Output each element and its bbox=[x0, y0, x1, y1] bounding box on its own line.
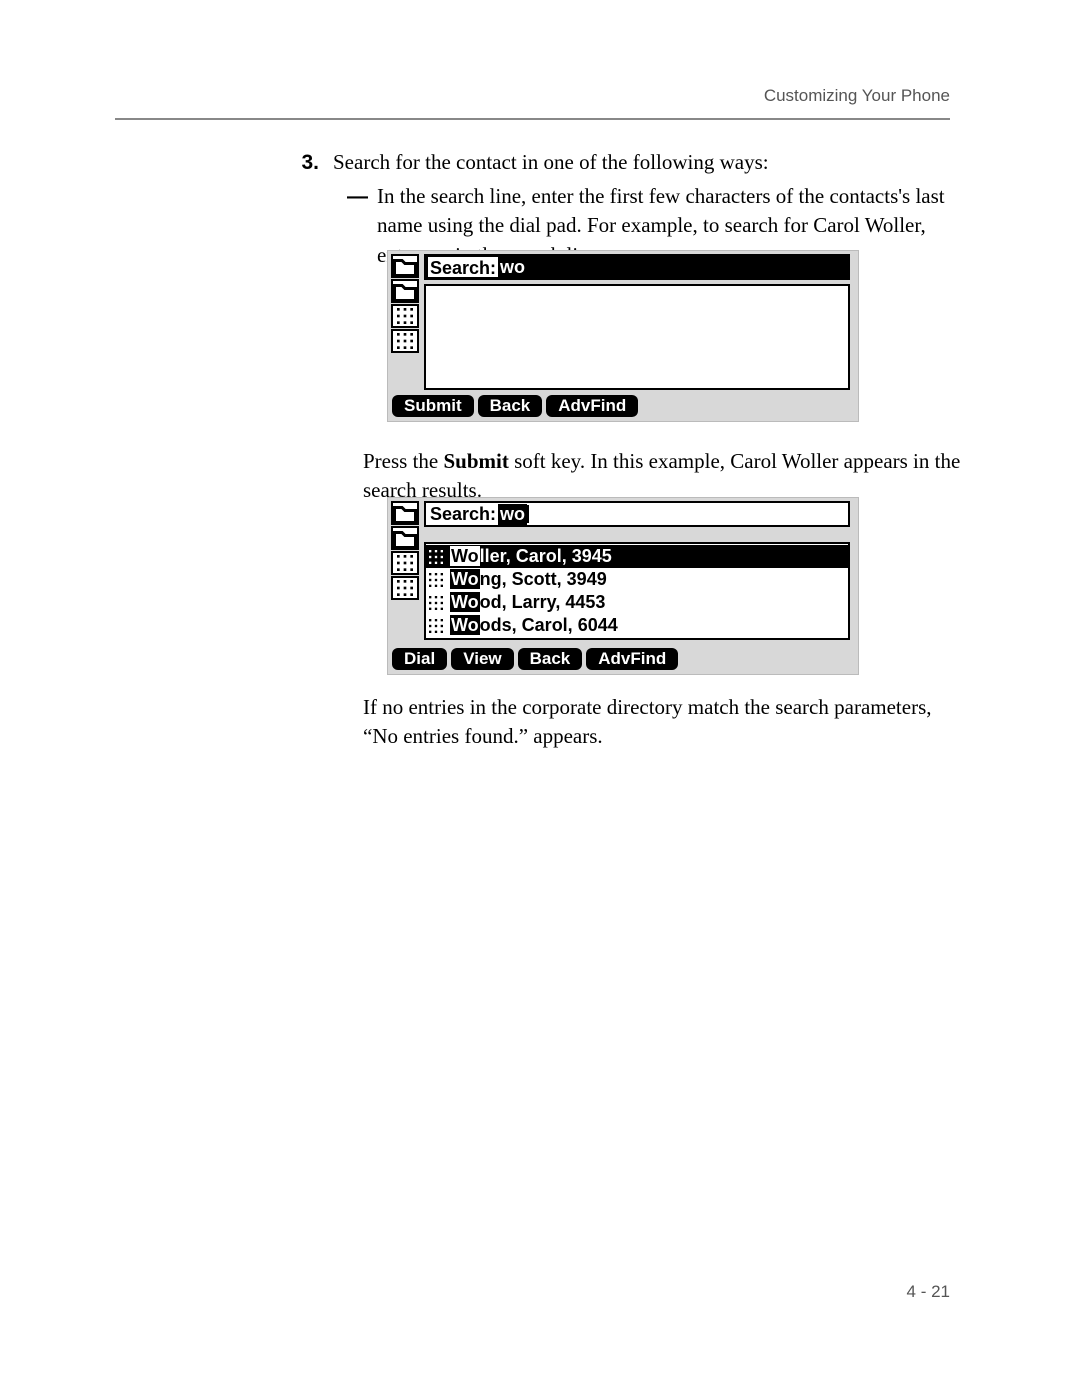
search-input[interactable]: Search: wo bbox=[424, 501, 850, 527]
step-number: 3. bbox=[293, 148, 333, 177]
folder-icon bbox=[391, 501, 419, 525]
header-rule bbox=[115, 118, 950, 120]
page-number: 4 - 21 bbox=[907, 1282, 950, 1302]
result-text: Woods, Carol, 6044 bbox=[450, 615, 618, 636]
softkey-view[interactable]: View bbox=[451, 648, 513, 670]
keypad-icon bbox=[391, 576, 419, 600]
folder-icon bbox=[391, 279, 419, 303]
result-text: Wood, Larry, 4453 bbox=[450, 592, 605, 613]
result-row[interactable]: Woller, Carol, 3945 bbox=[426, 545, 848, 568]
result-list: Woller, Carol, 3945Wong, Scott, 3949Wood… bbox=[424, 542, 850, 640]
folder-icon bbox=[391, 254, 419, 278]
step-text: Search for the contact in one of the fol… bbox=[333, 148, 943, 177]
softkey-bar-2: Dial View Back AdvFind bbox=[392, 648, 854, 670]
page-header: Customizing Your Phone bbox=[764, 86, 950, 106]
keypad-icon bbox=[428, 572, 444, 588]
phone-screenshot-1: Search: wo Submit Back AdvFind bbox=[387, 250, 859, 422]
folder-icon bbox=[391, 526, 419, 550]
keypad-icon bbox=[391, 304, 419, 328]
keypad-icon bbox=[391, 551, 419, 575]
search-input[interactable]: Search: wo bbox=[424, 254, 850, 280]
search-label: Search: bbox=[430, 504, 496, 525]
text-cursor bbox=[527, 505, 529, 523]
lcd2-sidebar bbox=[391, 501, 421, 600]
softkey-back[interactable]: Back bbox=[518, 648, 583, 670]
para2-bold: Submit bbox=[444, 449, 509, 473]
softkey-back[interactable]: Back bbox=[478, 395, 543, 417]
result-row[interactable]: Wong, Scott, 3949 bbox=[426, 568, 848, 591]
lcd1-sidebar bbox=[391, 254, 421, 353]
step-row: 3. Search for the contact in one of the … bbox=[293, 148, 943, 177]
keypad-icon bbox=[391, 329, 419, 353]
search-label: Search: bbox=[426, 255, 498, 279]
softkey-submit[interactable]: Submit bbox=[392, 395, 474, 417]
result-row[interactable]: Woods, Carol, 6044 bbox=[426, 614, 848, 637]
keypad-icon bbox=[428, 549, 444, 565]
search-value: wo bbox=[498, 257, 525, 278]
result-text: Wong, Scott, 3949 bbox=[450, 569, 607, 590]
result-row[interactable]: Wood, Larry, 4453 bbox=[426, 591, 848, 614]
softkey-bar-1: Submit Back AdvFind bbox=[392, 395, 854, 417]
keypad-icon bbox=[428, 595, 444, 611]
para2-pre: Press the bbox=[363, 449, 444, 473]
softkey-advfind[interactable]: AdvFind bbox=[546, 395, 638, 417]
softkey-advfind[interactable]: AdvFind bbox=[586, 648, 678, 670]
keypad-icon bbox=[428, 618, 444, 634]
bullet-dash: — bbox=[347, 182, 377, 270]
result-box-empty bbox=[424, 284, 850, 390]
phone-screenshot-2: Search: wo Woller, Carol, 3945Wong, Scot… bbox=[387, 497, 859, 675]
search-value: wo bbox=[498, 504, 527, 525]
result-text: Woller, Carol, 3945 bbox=[450, 546, 612, 567]
softkey-dial[interactable]: Dial bbox=[392, 648, 447, 670]
paragraph-no-entries: If no entries in the corporate directory… bbox=[363, 693, 963, 752]
